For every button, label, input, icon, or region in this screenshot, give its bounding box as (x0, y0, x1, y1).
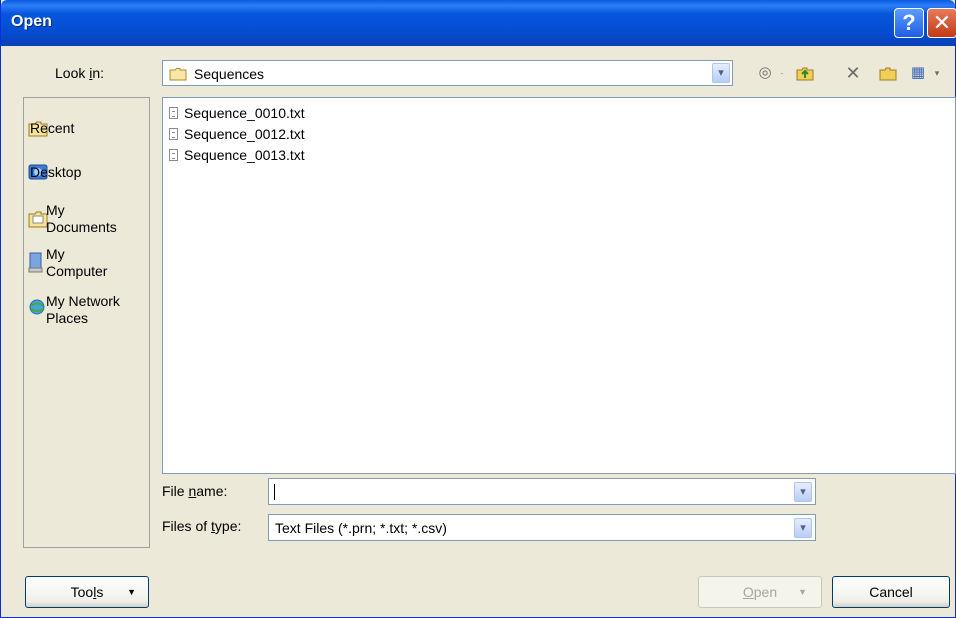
look-in-dropdown-button[interactable]: ▾ (712, 63, 730, 83)
text-file-icon (169, 149, 178, 161)
network-places-icon (29, 299, 45, 315)
chevron-down-icon: ▾ (718, 67, 724, 79)
open-button[interactable]: Open ▼ (698, 576, 822, 608)
chevron-down-icon: · (780, 68, 784, 78)
place-my-network-places[interactable]: My Network Places (28, 293, 148, 329)
file-name-label: File name: (162, 483, 228, 499)
place-my-documents[interactable]: My Documents (28, 202, 148, 238)
up-one-level-button[interactable] (793, 62, 817, 84)
places-bar: Recent Desktop MyDocuments MyComputer (23, 97, 150, 548)
file-type-value: Text Files (*.prn; *.txt; *.csv) (275, 520, 447, 536)
file-type-label: Files of type: (162, 518, 242, 534)
tools-button[interactable]: Tools ▼ (25, 576, 149, 608)
question-mark-icon: ? (902, 10, 916, 35)
delete-icon: ✕ (845, 63, 861, 83)
text-file-icon (169, 128, 178, 140)
text-file-icon (169, 107, 178, 119)
chevron-down-icon: ▼ (127, 587, 136, 597)
back-dropdown[interactable]: · (776, 62, 788, 84)
views-icon: ▦ (910, 64, 926, 81)
up-folder-icon (796, 67, 814, 81)
look-in-label: Look in: (55, 65, 105, 81)
file-list[interactable]: Sequence_0010.txt Sequence_0012.txt Sequ… (162, 97, 956, 474)
my-computer-icon (28, 252, 43, 273)
back-button[interactable]: ◎ (753, 62, 777, 84)
new-folder-icon (879, 67, 897, 81)
folder-icon (169, 68, 187, 81)
my-documents-icon (28, 211, 48, 228)
file-type-dropdown-button[interactable]: ▾ (794, 518, 812, 538)
title-bar[interactable]: Open ? ✕ (1, 0, 956, 46)
views-button[interactable]: ▦ (906, 62, 930, 84)
close-icon: ✕ (932, 10, 952, 35)
chevron-down-icon: ▾ (934, 68, 940, 78)
look-in-value: Sequences (194, 66, 265, 82)
back-icon: ◎ (758, 64, 772, 81)
file-type-dropdown[interactable]: Text Files (*.prn; *.txt; *.csv) ▾ (268, 514, 816, 541)
views-dropdown[interactable]: ▾ (930, 62, 944, 84)
chevron-down-icon: ▼ (798, 587, 807, 597)
create-new-folder-button[interactable] (876, 62, 900, 84)
chevron-down-icon: ▾ (800, 486, 806, 498)
delete-button[interactable]: ✕ (841, 62, 865, 84)
place-my-computer[interactable]: My Computer (28, 246, 148, 282)
open-dialog: Open ? ✕ Look in: Sequences ▾ ◎ · ✕ ▦ ▾ … (0, 0, 956, 618)
text-cursor (274, 484, 275, 500)
cancel-button[interactable]: Cancel (832, 576, 950, 608)
file-name-input[interactable]: ▾ (268, 478, 816, 505)
file-name-dropdown-button[interactable]: ▾ (794, 482, 812, 502)
help-button[interactable]: ? (894, 8, 924, 38)
close-button[interactable]: ✕ (927, 8, 956, 38)
chevron-down-icon: ▾ (800, 522, 806, 534)
dialog-title: Open (11, 13, 52, 30)
look-in-dropdown[interactable]: Sequences ▾ (162, 60, 733, 86)
